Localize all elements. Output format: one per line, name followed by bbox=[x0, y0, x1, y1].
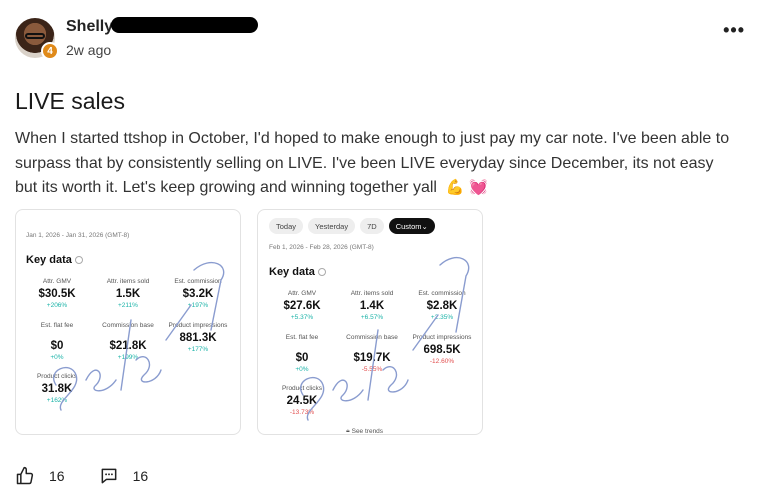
like-button[interactable]: 16 bbox=[15, 466, 65, 486]
comment-button[interactable]: 16 bbox=[99, 466, 149, 486]
metric-attr-gmv: Attr. GMV $30.5K +206% bbox=[38, 278, 76, 309]
metric-items-sold: Attr. items sold 1.4K +6.57% bbox=[350, 290, 394, 321]
metric-impressions: Product impressions 881.3K +177% bbox=[168, 322, 228, 353]
metric-flat-fee: Est. flat fee $0 +0% bbox=[40, 322, 74, 361]
date-range: Feb 1, 2026 - Feb 28, 2026 (GMT-8) bbox=[269, 244, 374, 251]
post-title: LIVE sales bbox=[15, 88, 125, 114]
metric-flat-fee: Est. flat fee $0 +0% bbox=[285, 334, 319, 373]
post-header: 4 Shelly 2w ago ••• bbox=[15, 16, 745, 60]
like-count: 16 bbox=[49, 468, 65, 484]
flexed-biceps-icon: 💪 bbox=[445, 179, 465, 196]
metric-impressions: Product impressions 698.5K -12.60% bbox=[412, 334, 472, 365]
metric-attr-gmv: Attr. GMV $27.6K +5.37% bbox=[283, 290, 321, 321]
metric-commission-base: Commission base $19.7K -5.55% bbox=[346, 334, 398, 373]
key-data-title: Key data bbox=[269, 266, 326, 278]
date-filter-chips: Today Yesterday 7D Custom⌄ bbox=[269, 218, 435, 234]
info-icon bbox=[317, 268, 326, 277]
key-data-title: Key data bbox=[26, 254, 83, 266]
chip-7d: 7D bbox=[360, 218, 384, 234]
metric-items-sold: Attr. items sold 1.5K +211% bbox=[106, 278, 150, 309]
post-actions: 16 16 bbox=[15, 466, 182, 486]
comment-icon bbox=[101, 468, 116, 484]
heart-icon: 💓 bbox=[469, 179, 488, 196]
thumbs-up-icon bbox=[16, 466, 34, 485]
author-name[interactable]: Shelly bbox=[66, 18, 113, 36]
redacted-name bbox=[111, 17, 258, 33]
see-trends-link: ⩧ See trends bbox=[346, 428, 384, 435]
post-body-text: When I started ttshop in October, I'd ho… bbox=[15, 130, 730, 196]
post-time: 2w ago bbox=[66, 42, 112, 58]
metric-clicks: Product clicks 31.8K +162% bbox=[36, 373, 78, 404]
screenshot-card-february[interactable]: Today Yesterday 7D Custom⌄ Feb 1, 2026 -… bbox=[257, 209, 483, 435]
chip-yesterday: Yesterday bbox=[308, 218, 356, 234]
post-body: When I started ttshop in October, I'd ho… bbox=[15, 127, 735, 201]
metric-est-commission: Est. commission $3.2K +197% bbox=[174, 278, 222, 309]
level-badge: 4 bbox=[41, 42, 59, 60]
screenshot-card-january[interactable]: Jan 1, 2026 - Jan 31, 2026 (GMT-8) Key d… bbox=[15, 209, 241, 435]
chip-today: Today bbox=[269, 218, 304, 234]
more-horizontal-icon[interactable]: ••• bbox=[723, 20, 745, 41]
metric-commission-base: Commission base $21.8K +199% bbox=[102, 322, 154, 361]
metric-est-commission: Est. commission $2.8K +2.35% bbox=[418, 290, 466, 321]
chip-custom: Custom⌄ bbox=[388, 218, 435, 234]
metric-clicks: Product clicks 24.5K -13.73% bbox=[281, 385, 323, 416]
comment-count: 16 bbox=[132, 468, 149, 484]
date-range: Jan 1, 2026 - Jan 31, 2026 (GMT-8) bbox=[26, 232, 130, 239]
info-icon bbox=[74, 256, 83, 265]
